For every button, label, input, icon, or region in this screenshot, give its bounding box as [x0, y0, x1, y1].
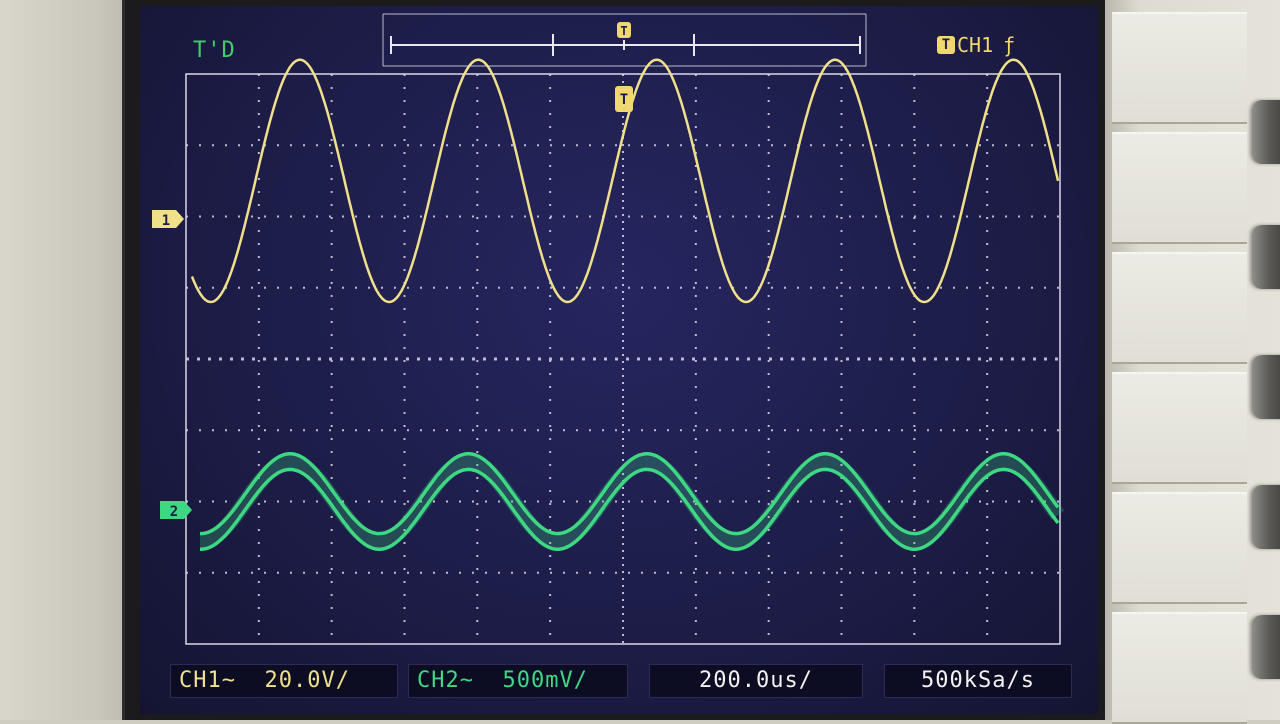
timebase-readout[interactable]: 200.0us/	[649, 664, 863, 698]
memory-trigger-marker: T	[617, 22, 631, 38]
waveform-display: T T 1 2	[152, 13, 1065, 645]
ch1-scale-readout[interactable]: CH1~ 20.0V/	[170, 664, 398, 698]
memory-trigger-letter: T	[620, 24, 627, 38]
ch2-marker-label: 2	[170, 504, 178, 520]
ch2-scale-readout[interactable]: CH2~ 500mV/	[408, 664, 628, 698]
sample-rate-readout: 500kSa/s	[884, 664, 1072, 698]
ch1-marker-label: 1	[162, 213, 170, 229]
traces	[190, 58, 1065, 551]
trigger-position-letter: T	[620, 92, 628, 108]
ch2-ground-marker[interactable]: 2	[160, 501, 192, 520]
memory-position-bar	[382, 13, 867, 67]
graticule	[185, 73, 1061, 645]
ch1-ground-marker[interactable]: 1	[152, 210, 184, 229]
trigger-position-marker: T	[615, 86, 633, 112]
